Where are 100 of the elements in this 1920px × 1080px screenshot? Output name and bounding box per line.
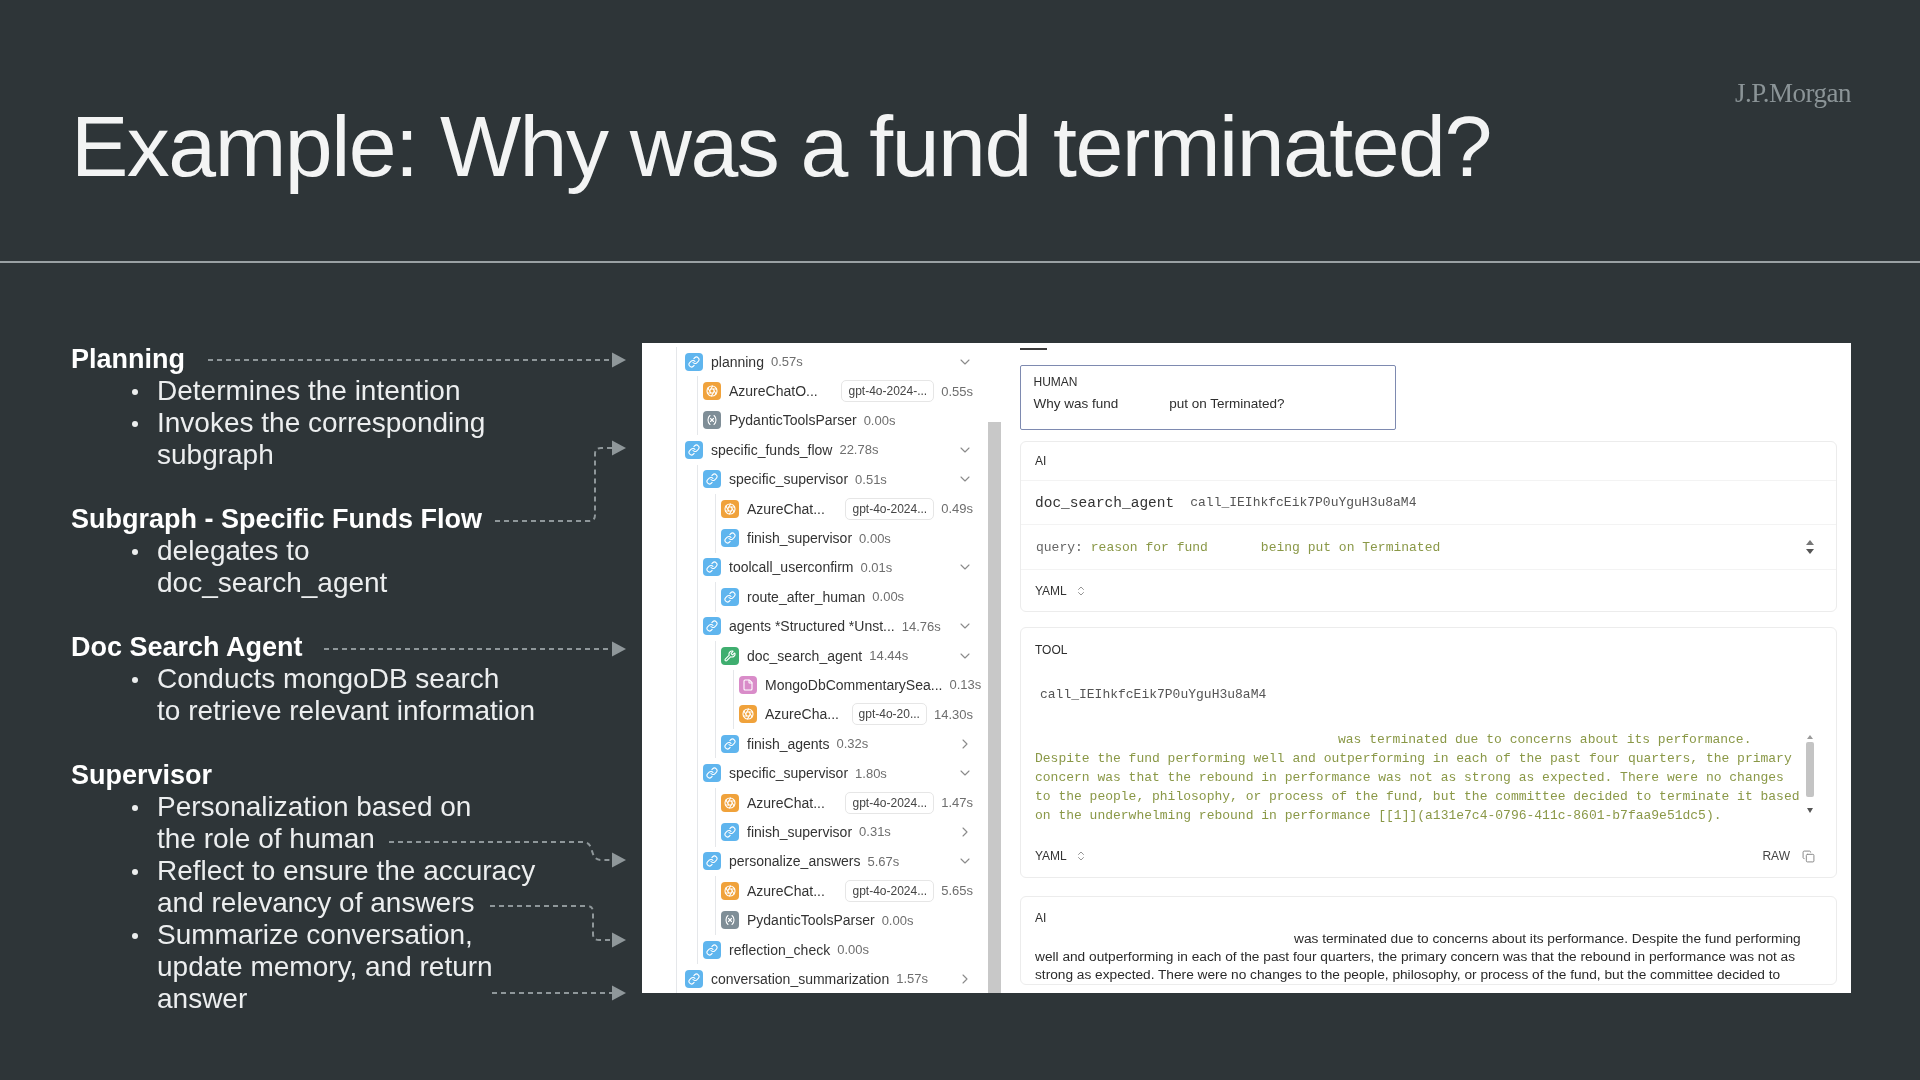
duration-text: 0.00s (872, 589, 905, 605)
trace-name[interactable]: route_after_human (747, 588, 866, 605)
trace-name[interactable]: planning (711, 353, 764, 370)
section-heading: Subgraph - Specific Funds Flow (71, 503, 482, 535)
trace-name[interactable]: finish_supervisor (747, 530, 853, 547)
wrench-icon (721, 646, 739, 665)
model-badge: gpt-4o-2024... (845, 879, 935, 902)
up-down-arrows-icon[interactable] (1806, 540, 1814, 554)
aperture-icon (721, 499, 739, 518)
scrollbar[interactable] (988, 422, 1001, 993)
duration-text: 1.57s (896, 971, 928, 987)
role-label: TOOL (1035, 642, 1068, 658)
trace-name[interactable]: PydanticToolsParser (747, 912, 875, 929)
model-badge: gpt-4o-20... (851, 703, 927, 726)
link-icon (703, 617, 721, 636)
message-text: put on Terminated? (1169, 395, 1285, 413)
trace-name[interactable]: personalize_answers (729, 853, 861, 870)
section-heading: Planning (71, 343, 185, 375)
duration-text: 0.57s (770, 354, 803, 370)
trace-name[interactable]: reflection_check (729, 941, 831, 958)
duration-text: 0.32s (836, 736, 869, 752)
copy-icon[interactable] (1802, 849, 1815, 863)
duration-text: 0.00s (881, 912, 914, 928)
bullet-icon (132, 805, 138, 811)
duration-text: 14.30s (933, 706, 973, 722)
bullet-text: delegates to doc_search_agent (157, 535, 388, 599)
bullet-text: Summarize conversation, update memory, and return answer (157, 919, 493, 1015)
trace-name[interactable]: specific_supervisor (729, 471, 849, 488)
duration-text: 0.31s (859, 824, 891, 840)
trace-name[interactable]: AzureChatO... (729, 383, 818, 400)
call-id: call_IEIhkfcEik7P0uYguH3u8aM4 (1190, 495, 1417, 510)
link-icon (721, 734, 739, 753)
role-label: HUMAN (1033, 374, 1078, 390)
aperture-icon (739, 705, 757, 724)
duration-text: 1.47s (941, 795, 973, 811)
link-icon (703, 558, 721, 577)
trace-name[interactable]: AzureChat... (747, 500, 825, 517)
duration-text: 5.65s (941, 883, 973, 899)
logo-wordmark: J.P.Morgan (1734, 77, 1851, 110)
duration-text: 5.67s (867, 853, 900, 869)
link-icon (721, 587, 739, 606)
trace-name[interactable]: MongoDbCommentarySea... (765, 677, 943, 693)
link-icon (721, 822, 739, 841)
duration-text: 0.55s (941, 383, 973, 399)
duration-text: 22.78s (839, 442, 879, 458)
role-label: AI (1035, 453, 1047, 469)
bullet-text: Invokes the corresponding subgraph (157, 407, 486, 471)
tool-output-text: was terminated due to concerns about its performance. Despite the fund performing well and outperforming in each of the past four quarters, the primary concern was that the rebound in performance was not as strong as expected. There were no changes to the people, philosophy, or process of the fund, but the committee decided to terminate it based on the underwhelming rebound in performance [[1]](a131e7c4-0796-411c-8601-b7faa9e51dc5). (1035, 731, 1800, 826)
link-icon (703, 470, 721, 489)
link-icon (685, 440, 703, 459)
call-id: call_IEIhkfcEik7P0uYguH3u8aM4 (1040, 687, 1267, 702)
file-icon (739, 676, 757, 694)
message-text: Why was fund (1033, 395, 1119, 413)
trace-name[interactable]: AzureChat... (747, 882, 825, 899)
scrollbar[interactable] (1805, 734, 1815, 814)
trace-name[interactable]: doc_search_agent (747, 647, 863, 664)
model-badge: gpt-4o-2024... (845, 497, 935, 520)
trace-name[interactable]: agents *Structured *Unst... (729, 618, 895, 635)
bullet-icon (132, 549, 138, 555)
trace-name[interactable]: AzureCha... (765, 706, 839, 723)
format-dropdown[interactable]: YAML (1035, 849, 1087, 864)
trace-name[interactable]: finish_agents (747, 735, 830, 752)
raw-button[interactable]: RAW (1762, 849, 1790, 864)
link-icon (721, 529, 739, 548)
arg-value: being put on Terminated (1260, 539, 1441, 555)
trace-name[interactable]: PydanticToolsParser (729, 412, 857, 429)
link-icon (685, 969, 703, 988)
bullet-text: Determines the intention (157, 375, 461, 407)
answer-text: was terminated due to concerns about its performance. Despite the fund performing well and outperforming in each of the past four quarters, the primary concern was that the rebound in performance was not as strong as expected. There were no changes to the people, philosophy, or process of the fund, but the committee decided to (1034, 929, 1802, 984)
arg-value: reason for fund (1090, 539, 1208, 555)
duration-text: 0.01s (860, 559, 893, 575)
bullet-text: Conducts mongoDB search to retrieve relevant information (157, 663, 536, 727)
model-badge: gpt-4o-2024-... (841, 380, 935, 403)
slide-title: Example: Why was a fund terminated? (71, 97, 1491, 196)
arg-key: query: (1036, 539, 1083, 555)
duration-text: 0.00s (859, 530, 891, 546)
bullet-icon (132, 389, 138, 395)
bullet-icon (132, 869, 138, 875)
trace-name[interactable]: AzureChat... (747, 794, 825, 811)
bullet-icon (132, 933, 138, 939)
bullet-text: Reflect to ensure the accuracy and relevancy of answers (157, 855, 536, 919)
variable-icon (703, 411, 721, 430)
duration-text: 1.80s (855, 765, 887, 781)
duration-text: 0.00s (837, 942, 869, 957)
link-icon (703, 852, 721, 871)
duration-text: 0.00s (863, 412, 896, 428)
format-dropdown[interactable]: YAML (1035, 583, 1087, 598)
trace-name[interactable]: finish_supervisor (747, 823, 853, 840)
link-icon (703, 764, 721, 783)
trace-name[interactable]: conversation_summarization (711, 970, 890, 987)
aperture-icon (703, 382, 721, 401)
trace-name[interactable]: specific_supervisor (729, 765, 849, 782)
bullet-text: Personalization based on the role of human (157, 791, 472, 855)
link-icon (703, 940, 721, 959)
trace-name[interactable]: toolcall_userconfirm (729, 559, 854, 576)
section-heading: Supervisor (71, 759, 213, 791)
link-icon (685, 352, 703, 371)
duration-text: 14.76s (901, 618, 941, 634)
trace-name[interactable]: specific_funds_flow (711, 441, 833, 458)
role-label: AI (1035, 909, 1047, 926)
